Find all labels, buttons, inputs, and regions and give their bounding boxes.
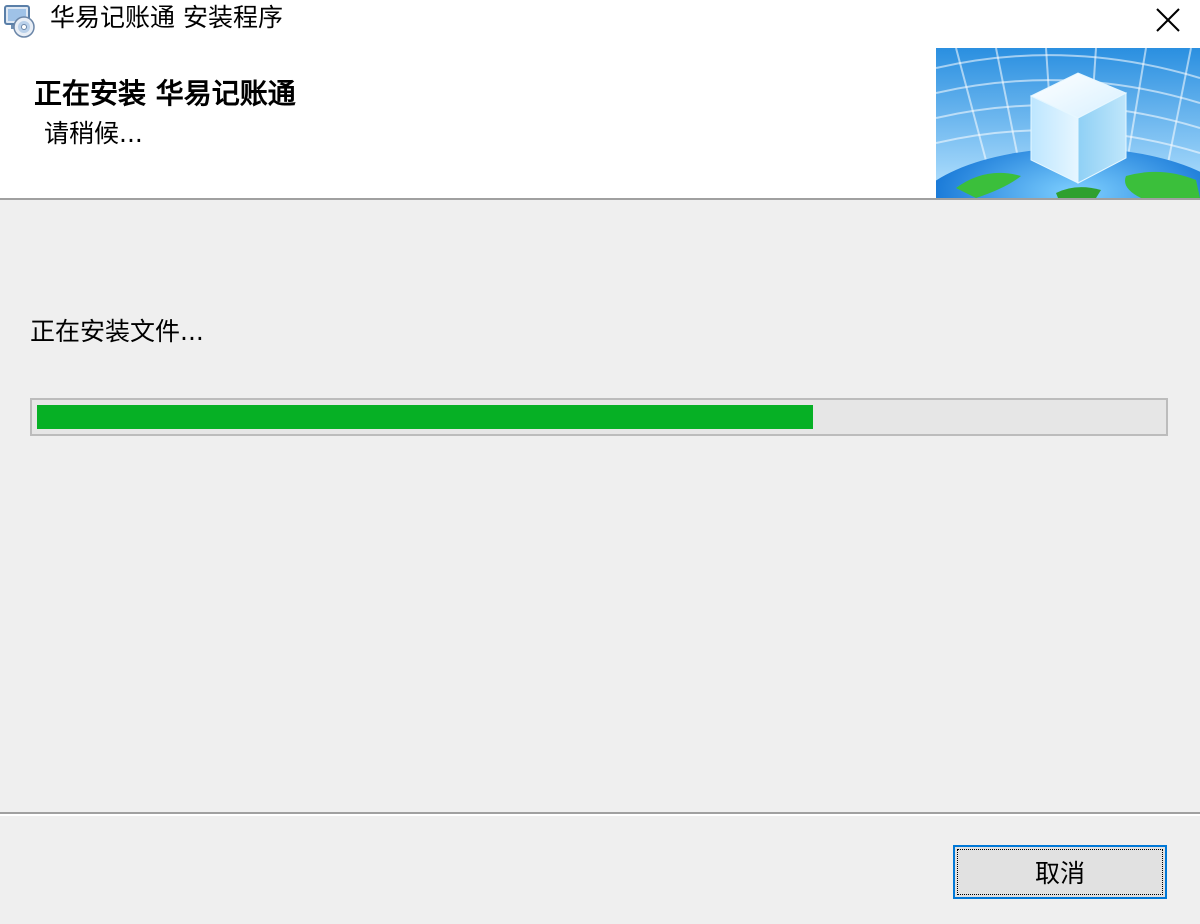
progress-bar [30, 398, 1168, 436]
header-panel: 正在安装 华易记账通 请稍候... [0, 40, 1200, 198]
page-title: 正在安装 华易记账通 [34, 77, 296, 110]
installer-window: 华易记账通 安装程序 正在安装 华易记账通 请稍候... 正在安装文件... 取… [0, 0, 1200, 924]
title-bar[interactable]: 华易记账通 安装程序 [0, 0, 1200, 40]
footer-divider [0, 812, 1200, 816]
installer-disc-icon [4, 5, 35, 38]
cancel-button-label: 取消 [957, 849, 1163, 895]
page-subtitle: 请稍候... [44, 119, 143, 148]
close-icon [1156, 8, 1180, 32]
header-divider [0, 198, 1200, 200]
globe-cube-banner [936, 48, 1200, 198]
status-text: 正在安装文件... [30, 317, 204, 346]
cancel-button[interactable]: 取消 [953, 845, 1167, 899]
progress-fill [37, 405, 813, 429]
close-button[interactable] [1136, 0, 1200, 40]
window-title: 华易记账通 安装程序 [50, 3, 283, 32]
